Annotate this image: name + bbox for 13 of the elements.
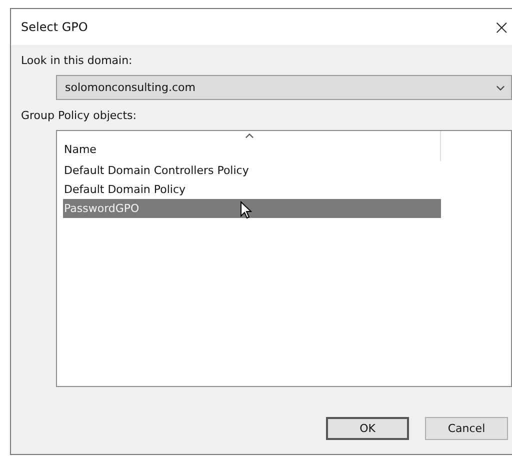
- domain-dropdown[interactable]: solomonconsulting.com: [56, 75, 512, 100]
- mouse-pointer-icon: [240, 201, 252, 219]
- cancel-button[interactable]: Cancel: [425, 417, 508, 440]
- list-item[interactable]: Default Domain Controllers Policy: [63, 161, 441, 180]
- chevron-down-icon: [496, 84, 505, 90]
- window-title: Select GPO: [21, 20, 88, 34]
- list-item[interactable]: Default Domain Policy: [63, 180, 441, 199]
- ok-button[interactable]: OK: [326, 417, 409, 440]
- field-label: Group Policy objects:: [21, 108, 138, 124]
- list-item[interactable]: PasswordGPO: [63, 199, 441, 218]
- column-header[interactable]: Name: [63, 131, 440, 161]
- close-button[interactable]: ×: [493, 15, 512, 39]
- field-label: Look in this domain:: [21, 53, 134, 69]
